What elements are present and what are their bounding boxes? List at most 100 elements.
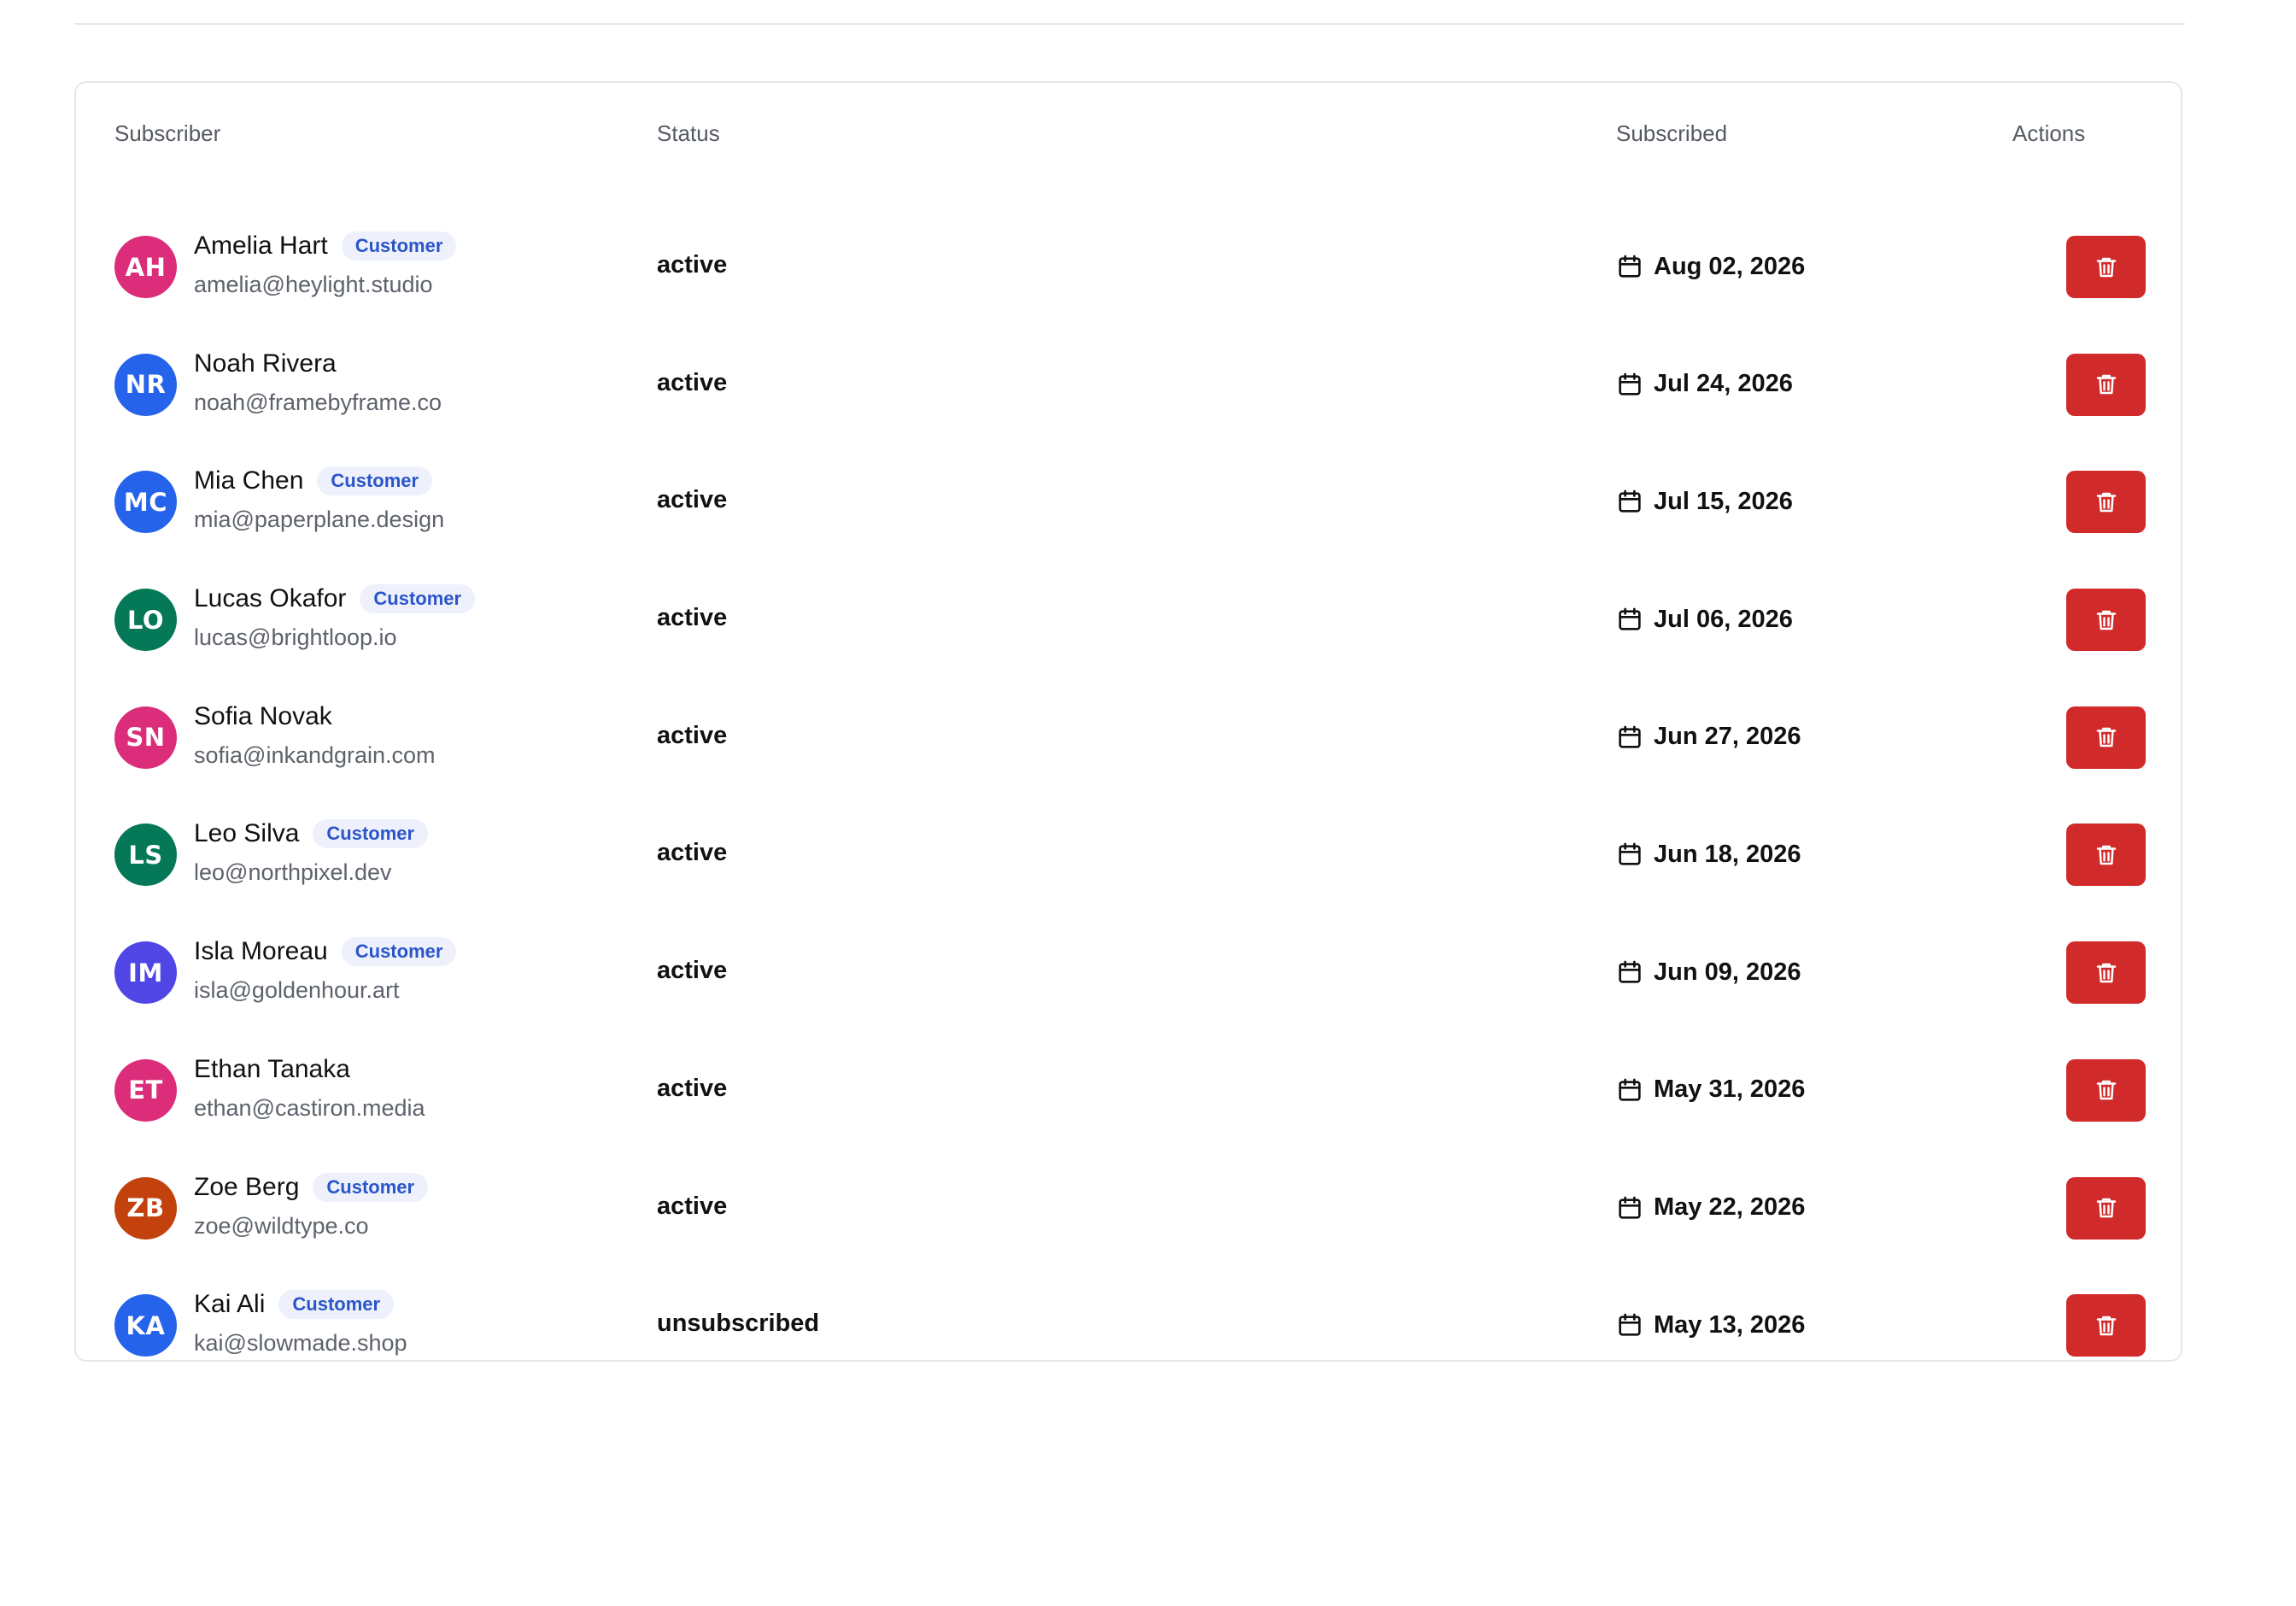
delete-button[interactable] xyxy=(2066,353,2146,416)
table-row: LS Leo Silva Customer leo@northpixel.dev… xyxy=(76,796,2181,914)
calendar-icon xyxy=(1619,255,1641,278)
customer-badge: Customer xyxy=(341,937,457,967)
trash-icon xyxy=(2096,1081,2116,1100)
table-row: SN Sofia Novak sofia@inkandgrain.com act… xyxy=(76,679,2181,797)
delete-button[interactable] xyxy=(2066,1176,2146,1240)
status-text: active xyxy=(657,721,728,749)
calendar-icon xyxy=(1619,372,1641,396)
avatar: NR xyxy=(114,353,177,416)
status-text: active xyxy=(657,368,728,396)
subscriber-name-line: Mia Chen Customer xyxy=(194,464,433,498)
table-row: ZB Zoe Berg Customer zoe@wildtype.co act… xyxy=(76,1150,2181,1268)
trash-icon xyxy=(2096,374,2116,395)
avatar-initials: ZB xyxy=(126,1193,165,1222)
subscriber-name-line: Noah Rivera xyxy=(194,347,337,381)
table-row: NR Noah Rivera noah@framebyframe.co acti… xyxy=(76,326,2181,444)
delete-button[interactable] xyxy=(2066,1294,2146,1357)
subscribed-date: Jun 18, 2026 xyxy=(1616,837,1801,871)
delete-button[interactable] xyxy=(2066,941,2146,1005)
avatar: MC xyxy=(114,471,177,534)
calendar-icon xyxy=(1619,725,1641,748)
subscriber-name: Kai Ali xyxy=(194,1290,266,1319)
status-text: active xyxy=(657,486,728,514)
status-text: active xyxy=(657,1192,728,1220)
status-text: unsubscribed xyxy=(657,1310,820,1338)
subscriber-email: isla@goldenhour.art xyxy=(194,977,400,1004)
subscriber-name-line: Lucas Okafor Customer xyxy=(194,582,476,616)
trash-icon xyxy=(2096,963,2116,982)
trash-icon xyxy=(2096,610,2116,630)
avatar-initials: SN xyxy=(126,723,166,753)
trash-icon xyxy=(2096,845,2116,865)
trash-icon xyxy=(2096,1316,2116,1335)
table-row: KA Kai Ali Customer kai@slowmade.shop un… xyxy=(76,1267,2181,1385)
delete-button[interactable] xyxy=(2066,706,2146,769)
trash-icon xyxy=(2096,1198,2116,1218)
delete-button[interactable] xyxy=(2066,589,2146,652)
avatar: ET xyxy=(114,1058,177,1122)
avatar-initials: IM xyxy=(128,958,163,988)
delete-button[interactable] xyxy=(2066,236,2146,298)
table-header: Subscriber Status Subscribed Actions xyxy=(76,83,2181,190)
calendar-icon xyxy=(1619,1196,1641,1219)
delete-button[interactable] xyxy=(2066,1058,2146,1122)
avatar-initials: LO xyxy=(126,605,165,635)
subscriber-name: Lucas Okafor xyxy=(194,584,347,613)
header-actions: Actions xyxy=(2012,120,2086,146)
table-row: LO Lucas Okafor Customer lucas@brightloo… xyxy=(76,561,2181,679)
subscriber-email: noah@framebyframe.co xyxy=(194,389,442,415)
subscriber-name-line: Leo Silva Customer xyxy=(194,817,429,851)
avatar-initials: AH xyxy=(125,252,167,282)
delete-button[interactable] xyxy=(2066,824,2146,887)
avatar-initials: MC xyxy=(123,487,168,517)
calendar-icon xyxy=(1619,490,1641,513)
subscriber-name: Sofia Novak xyxy=(194,701,332,730)
avatar-initials: ET xyxy=(128,1076,163,1105)
header-status: Status xyxy=(657,120,720,146)
subscriber-email: lucas@brightloop.io xyxy=(194,624,397,651)
customer-badge: Customer xyxy=(341,232,457,261)
subscriber-name-line: Kai Ali Customer xyxy=(194,1287,395,1322)
trash-icon xyxy=(2096,492,2116,513)
customer-badge: Customer xyxy=(317,466,433,496)
calendar-icon xyxy=(1619,960,1641,983)
top-divider xyxy=(74,23,2185,25)
date-text: Aug 02, 2026 xyxy=(1654,252,1806,280)
table-row: MC Mia Chen Customer mia@paperplane.desi… xyxy=(76,443,2181,561)
header-subscriber: Subscriber xyxy=(114,120,221,146)
table-row: IM Isla Moreau Customer isla@goldenhour.… xyxy=(76,914,2181,1032)
avatar: AH xyxy=(114,236,177,298)
subscriber-name: Noah Rivera xyxy=(194,349,337,378)
date-text: Jul 24, 2026 xyxy=(1654,370,1793,398)
table-body: AH Amelia Hart Customer amelia@heylight.… xyxy=(76,208,2181,1385)
date-text: Jul 15, 2026 xyxy=(1654,487,1793,515)
subscribed-date: May 13, 2026 xyxy=(1616,1308,1805,1342)
subscriber-name-line: Isla Moreau Customer xyxy=(194,935,457,969)
date-text: Jun 27, 2026 xyxy=(1654,723,1801,751)
subscriber-name: Amelia Hart xyxy=(194,232,328,260)
subscriber-name: Ethan Tanaka xyxy=(194,1054,350,1083)
avatar: LO xyxy=(114,589,177,652)
subscriber-name: Mia Chen xyxy=(194,466,304,495)
date-text: May 13, 2026 xyxy=(1654,1310,1806,1339)
avatar: LS xyxy=(114,824,177,887)
subscribed-date: Aug 02, 2026 xyxy=(1616,249,1805,284)
customer-badge: Customer xyxy=(360,584,476,614)
header-subscribed: Subscribed xyxy=(1616,120,1728,146)
date-text: Jun 18, 2026 xyxy=(1654,840,1801,868)
avatar: KA xyxy=(114,1294,177,1357)
avatar: IM xyxy=(114,941,177,1005)
subscriber-name-line: Sofia Novak xyxy=(194,700,332,734)
date-text: Jul 06, 2026 xyxy=(1654,605,1793,633)
subscriber-email: kai@slowmade.shop xyxy=(194,1330,407,1357)
customer-badge: Customer xyxy=(313,819,429,849)
subscribed-date: Jun 09, 2026 xyxy=(1616,955,1801,989)
subscriber-name: Isla Moreau xyxy=(194,937,328,966)
avatar-initials: LS xyxy=(128,840,163,870)
table-row: ET Ethan Tanaka ethan@castiron.media act… xyxy=(76,1032,2181,1150)
subscriber-name-line: Ethan Tanaka xyxy=(194,1052,350,1087)
calendar-icon xyxy=(1619,843,1641,866)
date-text: May 31, 2026 xyxy=(1654,1076,1806,1104)
subscriber-email: ethan@castiron.media xyxy=(194,1094,425,1121)
delete-button[interactable] xyxy=(2066,471,2146,534)
